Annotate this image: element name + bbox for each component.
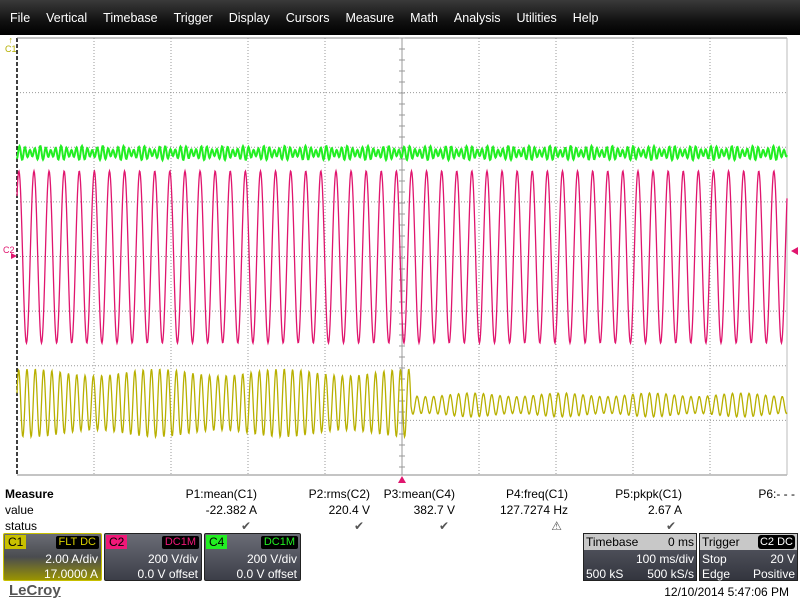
- check-icon: ✔: [240, 519, 251, 533]
- trigger-type: Edge: [702, 567, 731, 581]
- channel-tag: C1: [5, 535, 27, 549]
- trigger-label: Trigger: [702, 535, 740, 549]
- check-icon: ✔: [665, 519, 676, 533]
- menu-math[interactable]: Math: [402, 11, 446, 25]
- check-icon: ✔: [438, 519, 449, 533]
- trigger-source-badge: C2 DC: [757, 535, 795, 549]
- measure-param-3[interactable]: P3:mean(C4) 382.7 V ✔: [384, 486, 455, 534]
- measure-param-2[interactable]: P2:rms(C2) 220.4 V ✔: [309, 486, 370, 534]
- datetime: 12/10/2014 5:47:06 PM: [664, 585, 789, 599]
- vertical-scale: 200 V/div: [246, 552, 297, 566]
- measure-param-5[interactable]: P5:pkpk(C1) 2.67 A ✔: [615, 486, 682, 534]
- menu-trigger[interactable]: Trigger: [166, 11, 221, 25]
- vertical-scale: 200 V/div: [147, 552, 198, 566]
- channel-tag: C4: [206, 535, 228, 549]
- sample-count: 500 kS: [586, 567, 624, 581]
- lecroy-logo: LeCroy: [9, 582, 61, 599]
- c1-ground-marker[interactable]: ↑ C1: [5, 36, 17, 54]
- trigger-position-marker[interactable]: [398, 476, 406, 483]
- menu-cursors[interactable]: Cursors: [278, 11, 338, 25]
- measure-param-6[interactable]: P6:- - -: [758, 486, 795, 518]
- coupling-badge: DC1M: [260, 536, 298, 549]
- c2-ground-marker[interactable]: C2: [3, 245, 15, 255]
- param-name: P5:pkpk(C1): [615, 487, 682, 501]
- param-name: P3:mean(C4): [383, 487, 455, 501]
- trigger-level: 20 V: [770, 552, 795, 566]
- param-value: 127.7274 Hz: [499, 503, 568, 517]
- param-name: P4:freq(C1): [505, 487, 568, 501]
- param-name: P1:mean(C1): [185, 487, 257, 501]
- coupling-badge: FLT DC: [55, 536, 99, 549]
- menu-display[interactable]: Display: [221, 11, 278, 25]
- param-name: P6:- - -: [758, 487, 795, 501]
- vertical-offset: 17.0000 A: [43, 567, 98, 581]
- vertical-offset: 0.0 V offset: [137, 567, 199, 581]
- timebase-label: Timebase: [586, 535, 639, 549]
- sample-rate: 500 kS/s: [647, 567, 694, 581]
- channel-c1-box[interactable]: C1 FLT DC 2.00 A/div 17.0000 A: [3, 533, 102, 581]
- trigger-level-marker[interactable]: [791, 247, 798, 255]
- menu-analysis[interactable]: Analysis: [446, 11, 509, 25]
- menu-vertical[interactable]: Vertical: [38, 11, 95, 25]
- channel-c4-box[interactable]: C4 DC1M 200 V/div 0.0 V offset: [204, 533, 301, 581]
- timebase-box[interactable]: Timebase 0 ms 100 ms/div 500 kS 500 kS/s: [583, 533, 697, 581]
- menu-bar: File Vertical Timebase Trigger Display Cursor…: [0, 0, 800, 35]
- vertical-scale: 2.00 A/div: [45, 552, 98, 566]
- param-name: P2:rms(C2): [308, 487, 370, 501]
- menu-file[interactable]: File: [2, 11, 38, 25]
- waveform-grid[interactable]: [0, 35, 800, 485]
- trigger-box[interactable]: Trigger C2 DC Stop 20 V Edge Positive: [699, 533, 798, 581]
- coupling-badge: DC1M: [161, 536, 199, 549]
- param-value: 220.4 V: [328, 503, 370, 517]
- param-value: -22.382 A: [205, 503, 257, 517]
- trigger-slope: Positive: [752, 567, 795, 581]
- menu-help[interactable]: Help: [565, 11, 607, 25]
- value-label: value: [5, 503, 34, 517]
- status-label: status: [5, 519, 38, 533]
- param-value: 2.67 A: [647, 503, 682, 517]
- channel-tag: C2: [106, 535, 128, 549]
- menu-utilities[interactable]: Utilities: [508, 11, 564, 25]
- check-icon: ✔: [353, 519, 364, 533]
- timebase-delay: 0 ms: [667, 535, 694, 549]
- menu-timebase[interactable]: Timebase: [95, 11, 165, 25]
- vertical-offset: 0.0 V offset: [236, 567, 298, 581]
- channel-c2-box[interactable]: C2 DC1M 200 V/div 0.0 V offset: [104, 533, 202, 581]
- param-value: 382.7 V: [413, 503, 455, 517]
- menu-measure[interactable]: Measure: [337, 11, 402, 25]
- trigger-mode: Stop: [702, 552, 727, 566]
- measure-param-4[interactable]: P4:freq(C1) 127.7274 Hz ⚠: [500, 486, 568, 534]
- warning-icon: ⚠: [551, 519, 562, 533]
- measure-table: Measure value status P1:mean(C1) -22.382 …: [0, 486, 800, 534]
- timebase-scale: 100 ms/div: [635, 552, 694, 566]
- measure-param-1[interactable]: P1:mean(C1) -22.382 A ✔: [186, 486, 257, 534]
- measure-title: Measure: [5, 487, 54, 501]
